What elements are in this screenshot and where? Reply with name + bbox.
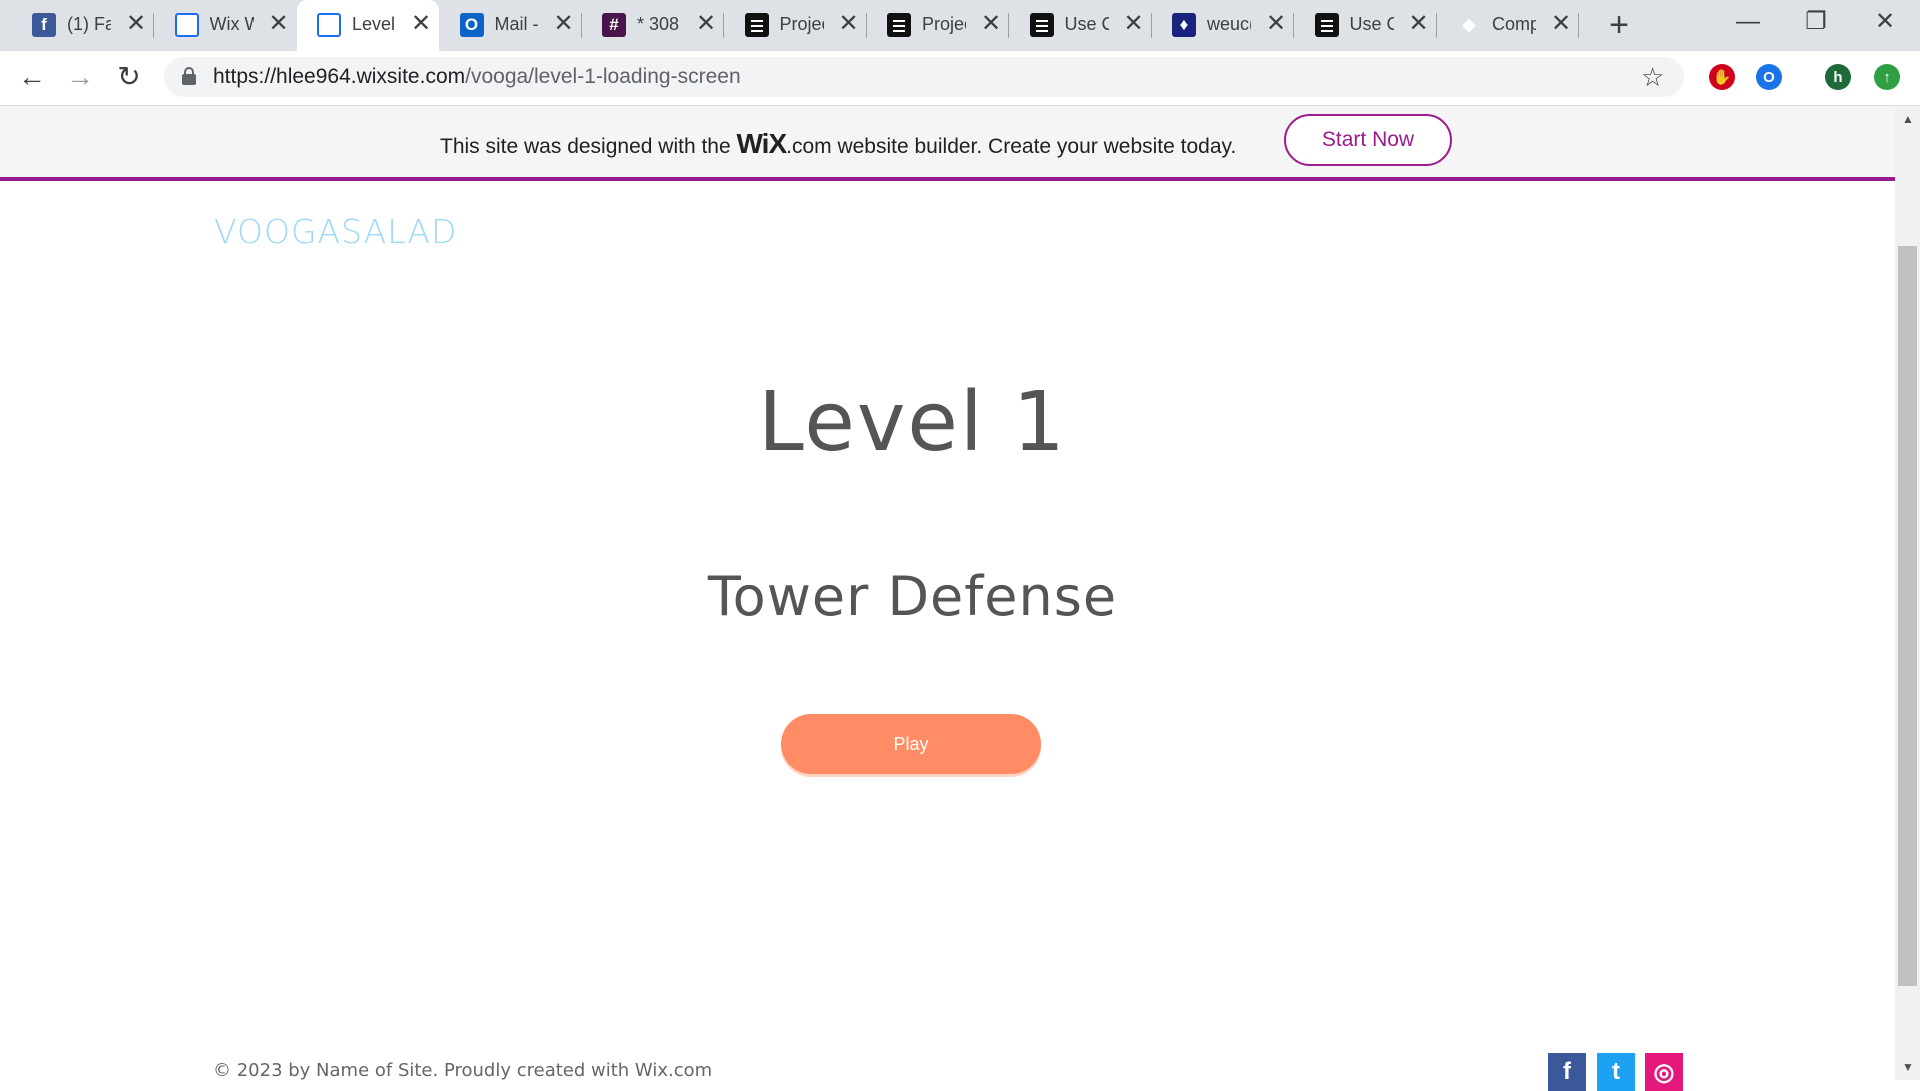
browser-tab[interactable]: # * 308 ✕ bbox=[582, 0, 724, 51]
wix-icon: ✕ bbox=[317, 13, 341, 37]
restore-button[interactable]: ❐ bbox=[1786, 0, 1846, 44]
tab-close-icon[interactable]: ✕ bbox=[1266, 10, 1286, 38]
new-tab-button[interactable]: + bbox=[1604, 6, 1634, 44]
browser-tab[interactable]: ✕ Wix W ✕ bbox=[155, 0, 297, 51]
tab-title: Projec bbox=[922, 14, 966, 34]
extension-circle-icon[interactable]: O bbox=[1756, 64, 1782, 90]
lock-icon bbox=[182, 67, 196, 85]
tab-close-icon[interactable]: ✕ bbox=[554, 10, 574, 38]
shield-icon: ♦ bbox=[1172, 13, 1196, 37]
browser-tab[interactable]: O Mail - ✕ bbox=[440, 0, 582, 51]
banner-text-before: This site was designed with the bbox=[440, 135, 737, 158]
tab-close-icon[interactable]: ✕ bbox=[839, 10, 859, 38]
scroll-down-arrow[interactable]: ▼ bbox=[1899, 1060, 1917, 1074]
tab-close-icon[interactable]: ✕ bbox=[269, 10, 289, 38]
scrollbar-thumb[interactable] bbox=[1898, 246, 1917, 986]
tab-title: Mail - bbox=[494, 14, 539, 34]
adblock-icon[interactable]: ✋ bbox=[1709, 64, 1735, 90]
tab-separator bbox=[1578, 13, 1579, 38]
start-now-button[interactable]: Start Now bbox=[1284, 114, 1452, 166]
document-icon bbox=[1314, 13, 1339, 37]
back-button[interactable]: ← bbox=[15, 60, 49, 94]
twitter-social-icon[interactable]: t bbox=[1597, 1053, 1635, 1091]
instagram-social-icon[interactable]: ◎ bbox=[1645, 1053, 1683, 1091]
document-icon bbox=[887, 13, 911, 37]
site-logo[interactable]: VOOGASALAD bbox=[214, 212, 457, 251]
browser-tab[interactable]: Projec ✕ bbox=[867, 0, 1009, 51]
outlook-icon: O bbox=[459, 13, 484, 37]
browser-tab[interactable]: Use C ✕ bbox=[1295, 0, 1437, 51]
wix-icon: ✕ bbox=[174, 13, 199, 37]
wix-logo: WiX bbox=[736, 128, 787, 159]
tab-title: (1) Fac bbox=[67, 14, 111, 34]
facebook-social-icon[interactable]: f bbox=[1548, 1053, 1586, 1091]
footer-copyright: © 2023 by Name of Site. Proudly created … bbox=[213, 1060, 713, 1081]
tab-close-icon[interactable]: ✕ bbox=[696, 10, 716, 38]
banner-text: This site was designed with the WiX.com … bbox=[440, 128, 1236, 160]
gitlab-icon: ◆ bbox=[1462, 15, 1476, 34]
url-path: /vooga/level-1-loading-screen bbox=[465, 65, 741, 88]
tab-title: Use C bbox=[1349, 14, 1394, 34]
tab-title: Projec bbox=[779, 14, 824, 34]
address-bar[interactable]: https://hlee964.wixsite.com/vooga/level-… bbox=[164, 57, 1684, 97]
tab-close-icon[interactable]: ✕ bbox=[981, 10, 1001, 38]
window-close-button[interactable]: ✕ bbox=[1855, 0, 1915, 44]
banner-text-after: .com website builder. Create your websit… bbox=[786, 135, 1237, 158]
play-button[interactable]: Play bbox=[781, 714, 1041, 774]
browser-tab[interactable]: ♦ weuc( ✕ bbox=[1152, 0, 1294, 51]
tab-title: * 308 bbox=[637, 14, 680, 34]
tab-close-icon[interactable]: ✕ bbox=[411, 10, 431, 38]
tab-strip: f(1) Fac✕✕Wix W✕✕Level✕OMail -✕#* 308✕Pr… bbox=[0, 0, 1920, 51]
tab-close-icon[interactable]: ✕ bbox=[1551, 10, 1571, 38]
url-host: https://hlee964.wixsite.com bbox=[213, 65, 466, 88]
slack-icon: # bbox=[602, 13, 626, 37]
url-text[interactable]: https://hlee964.wixsite.com/vooga/level-… bbox=[213, 65, 741, 89]
wix-ad-banner: This site was designed with the WiX.com … bbox=[0, 106, 1895, 181]
document-icon bbox=[1029, 13, 1054, 37]
browser-tab[interactable]: Use C ✕ bbox=[1010, 0, 1152, 51]
update-arrow-icon[interactable]: ↑ bbox=[1874, 64, 1900, 90]
facebook-icon: f bbox=[32, 13, 56, 37]
page-subtitle: Tower Defense bbox=[707, 565, 1118, 628]
tab-title: Level bbox=[352, 14, 396, 34]
scroll-up-arrow[interactable]: ▲ bbox=[1899, 112, 1917, 126]
tab-close-icon[interactable]: ✕ bbox=[1124, 10, 1144, 38]
bookmark-star-icon[interactable]: ☆ bbox=[1641, 62, 1664, 93]
page-title: Level 1 bbox=[758, 375, 1067, 470]
reload-button[interactable]: ↻ bbox=[112, 60, 146, 94]
browser-tab[interactable]: ◆ Comp ✕ bbox=[1437, 0, 1579, 51]
browser-tab[interactable]: f (1) Fac ✕ bbox=[12, 0, 154, 51]
document-icon bbox=[744, 13, 769, 37]
browser-tab[interactable]: ✕ Level ✕ bbox=[297, 0, 439, 51]
browser-tab[interactable]: Projec ✕ bbox=[725, 0, 867, 51]
tab-close-icon[interactable]: ✕ bbox=[1409, 10, 1429, 38]
browser-toolbar: ← → ↻ https://hlee964.wixsite.com/vooga/… bbox=[0, 51, 1920, 106]
tab-title: weuc( bbox=[1207, 14, 1251, 34]
minimize-button[interactable]: — bbox=[1718, 0, 1778, 44]
forward-button[interactable]: → bbox=[63, 60, 97, 94]
tab-title: Wix W bbox=[209, 14, 254, 34]
profile-avatar-icon[interactable]: h bbox=[1825, 64, 1851, 90]
tab-close-icon[interactable]: ✕ bbox=[126, 10, 146, 38]
tab-title: Comp bbox=[1492, 14, 1536, 34]
tab-title: Use C bbox=[1064, 14, 1109, 34]
